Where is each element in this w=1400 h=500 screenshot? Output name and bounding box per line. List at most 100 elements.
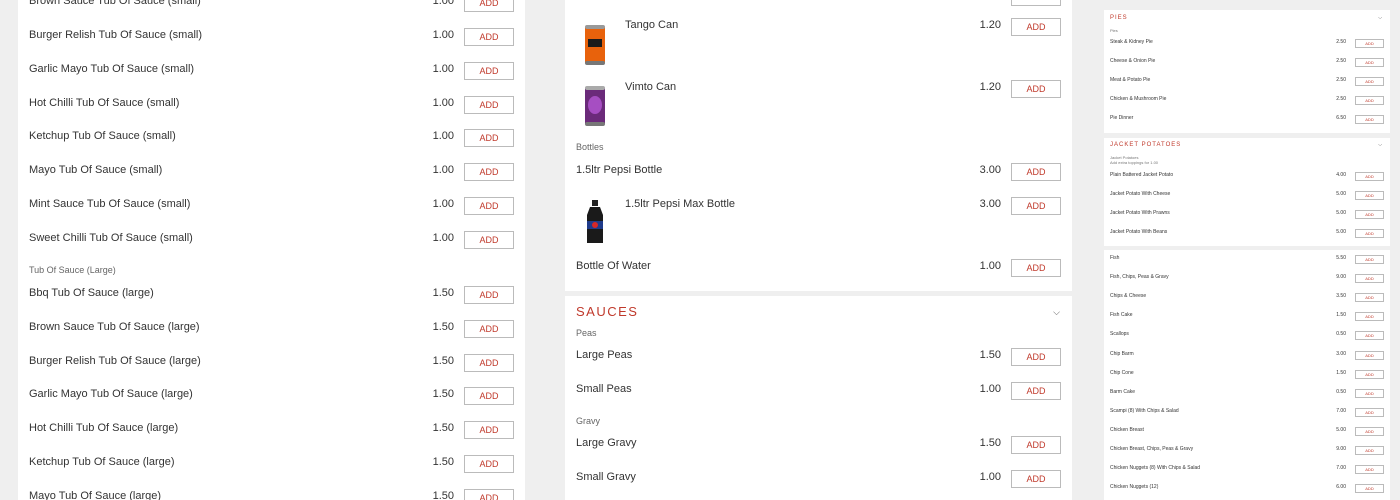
item-price: 1.50	[1336, 312, 1346, 319]
add-button[interactable]: ADD	[1011, 163, 1061, 181]
item-price: 1.00	[432, 231, 454, 244]
menu-item: Pie Dinner 6.50 ADD	[1110, 115, 1384, 124]
add-button[interactable]: ADD	[464, 61, 514, 80]
add-button[interactable]: ADD	[1355, 58, 1384, 67]
add-button[interactable]: ADD	[1355, 426, 1384, 436]
add-button[interactable]: ADD	[464, 455, 514, 473]
item-name: Chicken Nuggets (12)	[1110, 484, 1159, 491]
add-button[interactable]: ADD	[464, 129, 514, 148]
chevron-down-icon[interactable]: ⌵	[1053, 307, 1060, 318]
add-button[interactable]: ADD	[464, 353, 514, 372]
item-name: Small Gravy	[576, 471, 636, 483]
item-name: Chip Barm	[1110, 350, 1134, 357]
item-price: 1.00	[432, 29, 454, 41]
item-name: Chips & Cheese	[1110, 293, 1147, 300]
chevron-down-icon[interactable]: ⌵	[1378, 142, 1382, 148]
item-name: Mayo Tub Of Sauce (small)	[29, 164, 163, 177]
add-button[interactable]: ADD	[1011, 436, 1061, 454]
add-button[interactable]: ADD	[1355, 446, 1384, 455]
add-button[interactable]: ADD	[1011, 382, 1061, 400]
add-button[interactable]: ADD	[1355, 39, 1384, 48]
add-button[interactable]: ADD	[1355, 191, 1384, 200]
item-name: Fish, Chips, Peas & Gravy	[1110, 274, 1169, 281]
add-button[interactable]: ADD	[1355, 465, 1384, 475]
item-price: 2.50	[1336, 77, 1346, 83]
add-button[interactable]: ADD	[1355, 96, 1384, 105]
add-button[interactable]: ADD	[464, 0, 514, 12]
item-name: 1.5ltr Pepsi Bottle	[576, 164, 663, 176]
item-price: 1.50	[432, 354, 454, 367]
add-button[interactable]: ADD	[1355, 172, 1384, 181]
menu-item: Chicken Breast, Chips, Peas & Gravy 9.00 A…	[1110, 446, 1384, 455]
menu-item: Small Gravy 1.00 ADD	[576, 470, 1061, 490]
menu-item: Hot Chilli Tub Of Sauce (large) 1.50 ADD	[29, 421, 514, 441]
section-title[interactable]: PIES	[1110, 15, 1128, 21]
item-price: 1.50	[432, 422, 454, 435]
add-button[interactable]: ADD	[464, 197, 514, 215]
menu-item: Ketchup Tub Of Sauce (large) 1.50 ADD	[29, 455, 514, 475]
section-title[interactable]: JACKET POTATOES	[1110, 142, 1181, 148]
menu-item: Chicken & Mushroom Pie 2.50 ADD	[1110, 96, 1384, 105]
add-button[interactable]: ADD	[1355, 369, 1384, 379]
add-button[interactable]: ADD	[464, 387, 514, 406]
add-button[interactable]: ADD	[1355, 350, 1384, 360]
add-button[interactable]: ADD	[1355, 229, 1384, 238]
add-button[interactable]: ADD	[464, 488, 514, 500]
item-name: Bottle Of Water	[576, 260, 651, 272]
menu-item: Meat & Potato Pie 2.50 ADD	[1110, 77, 1384, 86]
add-button[interactable]: ADD	[464, 286, 514, 304]
add-button[interactable]: ADD	[464, 319, 514, 338]
item-price: 1.50	[432, 320, 454, 333]
menu-item: Barm Cake 0.50 ADD	[1110, 388, 1384, 398]
item-name: Fish Cake	[1110, 312, 1133, 319]
add-button[interactable]: ADD	[1355, 388, 1384, 398]
add-button[interactable]: ADD	[464, 230, 514, 249]
add-button[interactable]: ADD	[1011, 18, 1061, 36]
add-button[interactable]: ADD	[1355, 255, 1384, 264]
item-name: Chicken & Mushroom Pie	[1110, 96, 1167, 102]
fish-and-chips-section: Fish 5.50 ADD Fish, Chips, Peas & Gravy 9.00…	[1104, 250, 1390, 500]
add-button[interactable]: ADD	[464, 95, 514, 114]
item-price: 1.00	[432, 164, 454, 177]
item-price: 3.00	[979, 164, 1001, 176]
item-price: 0.50	[1336, 331, 1346, 338]
item-name: Garlic Mayo Tub Of Sauce (large)	[29, 388, 193, 401]
add-button[interactable]: ADD	[1355, 293, 1384, 303]
add-button[interactable]: ADD	[1355, 274, 1384, 284]
add-button[interactable]: ADD	[1011, 259, 1061, 277]
add-button[interactable]: ADD	[1355, 312, 1384, 322]
add-button[interactable]: ADD	[1011, 348, 1061, 366]
item-name: Hot Chilli Tub Of Sauce (large)	[29, 422, 179, 435]
add-button[interactable]: ADD	[464, 421, 514, 440]
add-button[interactable]: ADD	[1011, 470, 1061, 488]
chevron-down-icon[interactable]: ⌵	[1378, 15, 1382, 21]
item-name: Bbq Tub Of Sauce (large)	[29, 287, 154, 299]
menu-item: Hot Chilli Tub Of Sauce (small) 1.00 ADD	[29, 95, 514, 116]
add-button[interactable]: ADD	[1011, 80, 1061, 98]
add-button[interactable]: ADD	[1355, 484, 1384, 494]
add-button[interactable]: ADD	[1355, 77, 1384, 86]
subcategory-heading: Gravy	[576, 416, 601, 426]
item-name: Burger Relish Tub Of Sauce (small)	[29, 29, 203, 41]
menu-item: Large Peas 1.50 ADD	[576, 348, 1061, 368]
add-button[interactable]: ADD	[1355, 115, 1384, 124]
add-button[interactable]: ADD	[464, 163, 514, 182]
section-title[interactable]: SAUCES	[576, 304, 638, 319]
jacket-potatoes-section: JACKET POTATOES ⌵ Jacket Potatoes Add ex…	[1104, 138, 1390, 246]
item-price: 1.50	[432, 489, 454, 500]
subcategory-heading: Pies	[1110, 28, 1118, 33]
subcategory-heading: Tub Of Sauce (Large)	[29, 265, 116, 275]
add-button[interactable]: ADD	[1355, 331, 1384, 341]
menu-item: Mayo Tub Of Sauce (small) 1.00 ADD	[29, 163, 514, 183]
add-button[interactable]: ADD	[1355, 210, 1384, 219]
menu-item: Mint Sauce Tub Of Sauce (small) 1.00 ADD	[29, 197, 514, 217]
menu-item: Burger Relish Tub Of Sauce (small) 1.00 AD…	[29, 28, 514, 48]
item-name: Sweet Chilli Tub Of Sauce (small)	[29, 231, 193, 244]
add-button[interactable]: ADD	[1011, 197, 1061, 215]
item-price: 9.00	[1336, 446, 1346, 452]
add-button[interactable]: ADD	[1011, 0, 1061, 6]
add-button[interactable]: ADD	[464, 28, 514, 46]
menu-item: Mayo Tub Of Sauce (large) 1.50 ADD	[29, 488, 514, 500]
add-button[interactable]: ADD	[1355, 407, 1384, 417]
item-name: Cheese & Onion Pie	[1110, 58, 1156, 64]
